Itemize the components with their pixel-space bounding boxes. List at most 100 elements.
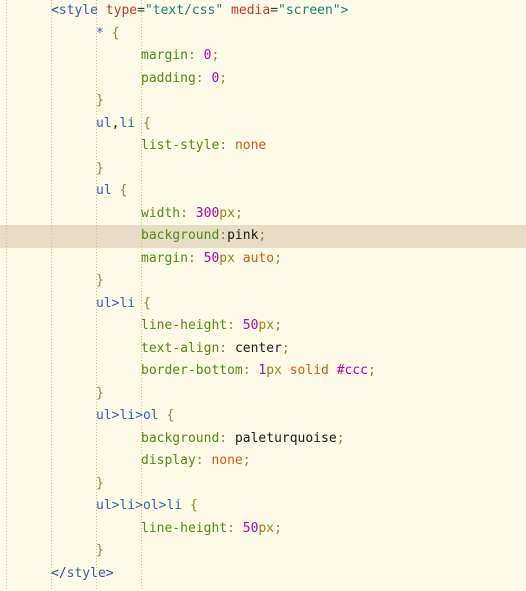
code-line[interactable]: ul,li {	[0, 113, 526, 136]
code-token: ul	[96, 408, 112, 423]
code-content[interactable]: <style type="text/css" media="screen"> * …	[0, 0, 526, 585]
code-token: ;	[274, 250, 282, 266]
code-token: "screen"	[278, 3, 341, 18]
code-token: </	[51, 565, 67, 581]
code-token: }	[96, 273, 104, 288]
code-token: px	[219, 250, 235, 266]
code-line[interactable]: }	[0, 473, 526, 496]
code-token: li	[119, 498, 136, 513]
code-token: >	[105, 565, 114, 581]
code-token: ol	[142, 408, 159, 423]
code-token: display	[141, 453, 196, 468]
code-token: {	[142, 295, 151, 311]
code-token: :	[227, 318, 243, 333]
code-token: 50	[203, 250, 220, 266]
code-token: background	[141, 228, 220, 243]
code-token: :	[187, 250, 204, 266]
code-token: style	[66, 565, 106, 581]
code-line[interactable]: background: paleturquoise;	[0, 428, 526, 451]
code-line[interactable]: width: 300px;	[0, 203, 526, 226]
code-token: :	[242, 363, 259, 378]
code-token: list-style	[141, 138, 220, 153]
code-token: :	[219, 340, 235, 356]
code-line[interactable]: }	[0, 383, 526, 406]
code-token: ;	[274, 520, 282, 536]
code-token: ;	[211, 48, 220, 63]
code-line[interactable]: margin: 50px auto;	[0, 248, 526, 271]
code-token: type	[105, 3, 138, 18]
code-line[interactable]: }	[0, 158, 526, 181]
code-line[interactable]: border-bottom: 1px solid #ccc;	[0, 360, 526, 383]
code-token: {	[119, 183, 128, 198]
code-token: {	[111, 25, 120, 41]
code-token: ol	[142, 498, 159, 513]
code-editor[interactable]: <style type="text/css" media="screen"> * …	[0, 0, 526, 591]
code-token: text-align	[141, 340, 220, 356]
code-token: }	[96, 475, 104, 491]
code-token: 50	[242, 318, 259, 333]
code-token: px	[219, 205, 235, 221]
code-token: border-bottom	[141, 363, 243, 378]
code-token: }	[96, 385, 104, 401]
code-token: none	[234, 138, 267, 153]
code-line[interactable]: padding: 0;	[0, 68, 526, 91]
code-line[interactable]: </style>	[0, 563, 526, 586]
code-token: margin	[141, 48, 188, 63]
code-line[interactable]: background:pink;	[0, 225, 526, 248]
code-token: style	[58, 3, 98, 18]
code-token: }	[96, 160, 104, 176]
code-line[interactable]: line-height: 50px;	[0, 518, 526, 541]
code-line[interactable]: line-height: 50px;	[0, 315, 526, 338]
code-token: px	[258, 520, 275, 536]
code-token: {	[189, 498, 198, 513]
code-line[interactable]: * {	[0, 23, 526, 46]
code-token: line-height	[141, 520, 228, 536]
code-token: ;	[258, 228, 267, 243]
code-token: px	[266, 363, 282, 378]
code-token: ul	[96, 498, 112, 513]
code-token: }	[96, 543, 104, 558]
code-line[interactable]: }	[0, 90, 526, 113]
code-token: px	[258, 318, 275, 333]
code-token: :	[219, 228, 228, 243]
code-token: margin	[141, 250, 188, 266]
code-token: background	[141, 430, 220, 446]
code-line[interactable]: }	[0, 270, 526, 293]
code-token: ;	[219, 70, 228, 86]
code-token: ul	[96, 183, 112, 198]
code-token: >	[135, 498, 143, 513]
code-token: ul	[96, 115, 112, 131]
code-token: {	[142, 115, 151, 131]
code-line[interactable]: display: none;	[0, 450, 526, 473]
code-token: 300	[195, 205, 220, 221]
code-token: li	[166, 498, 183, 513]
code-line[interactable]: ul {	[0, 180, 526, 203]
code-token: solid	[289, 363, 329, 378]
code-token: =	[270, 3, 279, 18]
code-token: >	[340, 3, 349, 18]
code-line[interactable]: margin: 0;	[0, 45, 526, 68]
code-token: :	[187, 48, 204, 63]
code-token: li	[119, 408, 136, 423]
code-line[interactable]: <style type="text/css" media="screen">	[0, 0, 526, 23]
code-line[interactable]: text-align: center;	[0, 338, 526, 361]
code-token: ;	[368, 363, 376, 378]
code-token: li	[119, 295, 136, 311]
code-token: :	[180, 205, 196, 221]
code-token: auto	[242, 250, 275, 266]
code-token: :	[195, 70, 212, 86]
code-token: ;	[336, 430, 345, 446]
code-line[interactable]: ul>li>ol>li {	[0, 495, 526, 518]
code-token: =	[137, 3, 145, 18]
code-line[interactable]: ul>li>ol {	[0, 405, 526, 428]
code-line[interactable]: }	[0, 540, 526, 563]
code-line[interactable]: list-style: none	[0, 135, 526, 158]
code-token: {	[166, 408, 175, 423]
code-token: width	[141, 205, 181, 221]
code-token: "text/css"	[144, 3, 224, 18]
code-line[interactable]: ul>li {	[0, 293, 526, 316]
